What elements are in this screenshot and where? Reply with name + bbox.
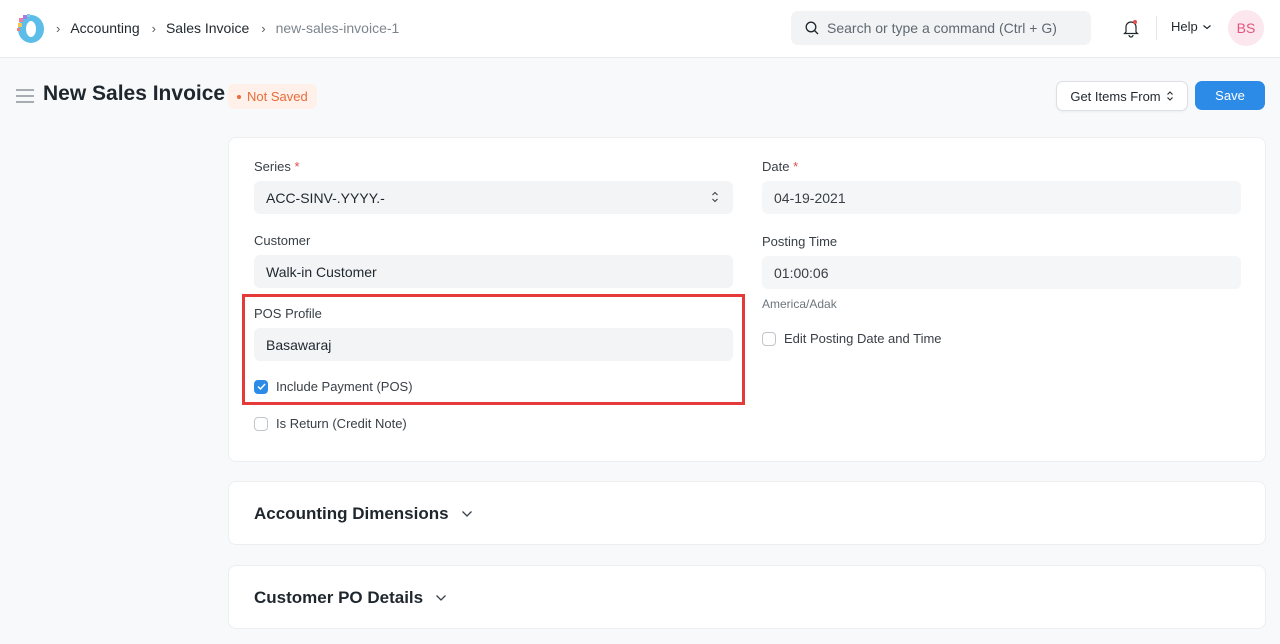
date-value: 04-19-2021 bbox=[774, 189, 846, 206]
timezone-text: America/Adak bbox=[762, 297, 837, 311]
customer-field[interactable]: Walk-in Customer bbox=[254, 255, 733, 288]
series-label-text: Series bbox=[254, 159, 291, 174]
section-customer-po-details[interactable]: Customer PO Details bbox=[228, 565, 1266, 629]
posting-time-value: 01:00:06 bbox=[774, 264, 829, 281]
breadcrumb: › Accounting › Sales Invoice › new-sales… bbox=[56, 0, 411, 56]
section-accounting-dimensions[interactable]: Accounting Dimensions bbox=[228, 481, 1266, 545]
checkbox-unchecked-icon[interactable] bbox=[254, 416, 268, 431]
help-label: Help bbox=[1171, 19, 1198, 34]
navbar: › Accounting › Sales Invoice › new-sales… bbox=[0, 0, 1280, 58]
posting-time-field[interactable]: 01:00:06 bbox=[762, 256, 1241, 289]
save-button[interactable]: Save bbox=[1195, 81, 1265, 110]
get-items-label: Get Items From bbox=[1070, 88, 1161, 104]
breadcrumb-current: new-sales-invoice-1 bbox=[275, 20, 400, 36]
required-marker: * bbox=[294, 159, 300, 174]
avatar[interactable]: BS bbox=[1228, 10, 1264, 46]
section-header[interactable]: Accounting Dimensions bbox=[254, 504, 473, 524]
series-label: Series * bbox=[254, 159, 300, 174]
help-dropdown[interactable]: Help bbox=[1171, 19, 1212, 34]
customer-value: Walk-in Customer bbox=[266, 263, 377, 280]
is-return-label: Is Return (Credit Note) bbox=[276, 416, 407, 431]
edit-posting-label: Edit Posting Date and Time bbox=[784, 331, 942, 346]
status-badge: Not Saved bbox=[228, 84, 317, 109]
get-items-from-button[interactable]: Get Items From bbox=[1056, 81, 1188, 111]
divider bbox=[1156, 16, 1157, 40]
breadcrumb-accounting[interactable]: Accounting bbox=[70, 20, 139, 36]
is-return-checkbox[interactable]: Is Return (Credit Note) bbox=[254, 416, 407, 431]
breadcrumb-sales-invoice[interactable]: Sales Invoice bbox=[166, 20, 249, 36]
section-header[interactable]: Customer PO Details bbox=[254, 588, 447, 608]
search-icon bbox=[805, 21, 819, 35]
status-dot-icon bbox=[237, 94, 241, 99]
section-title: Customer PO Details bbox=[254, 588, 424, 607]
date-label-text: Date bbox=[762, 159, 790, 174]
app-logo-icon[interactable] bbox=[14, 12, 46, 44]
chevron-right-icon: › bbox=[151, 20, 156, 36]
date-label: Date * bbox=[762, 159, 798, 174]
highlight-annotation-box bbox=[242, 294, 745, 405]
notification-bell-icon[interactable] bbox=[1121, 18, 1141, 38]
checkbox-unchecked-icon[interactable] bbox=[762, 331, 776, 346]
customer-label: Customer bbox=[254, 233, 311, 248]
date-field[interactable]: 04-19-2021 bbox=[762, 181, 1241, 214]
search-input[interactable]: Search or type a command (Ctrl + G) bbox=[791, 11, 1091, 45]
search-placeholder: Search or type a command (Ctrl + G) bbox=[827, 20, 1057, 36]
section-title: Accounting Dimensions bbox=[254, 504, 449, 523]
chevron-right-icon: › bbox=[56, 20, 61, 36]
status-text: Not Saved bbox=[247, 89, 308, 104]
chevron-down-icon bbox=[436, 595, 447, 601]
series-value: ACC-SINV-.YYYY.- bbox=[266, 189, 385, 206]
chevron-right-icon: › bbox=[261, 20, 266, 36]
page-title: New Sales Invoice bbox=[43, 82, 226, 105]
select-arrows-icon bbox=[1166, 91, 1173, 101]
sidebar-toggle-icon[interactable] bbox=[16, 88, 34, 104]
required-marker: * bbox=[793, 159, 799, 174]
chevron-down-icon bbox=[461, 511, 472, 517]
posting-time-label: Posting Time bbox=[762, 234, 838, 249]
chevron-down-icon bbox=[1202, 24, 1211, 29]
series-select[interactable]: ACC-SINV-.YYYY.- bbox=[254, 181, 733, 214]
edit-posting-checkbox[interactable]: Edit Posting Date and Time bbox=[762, 331, 942, 346]
select-arrows-icon bbox=[712, 191, 718, 203]
